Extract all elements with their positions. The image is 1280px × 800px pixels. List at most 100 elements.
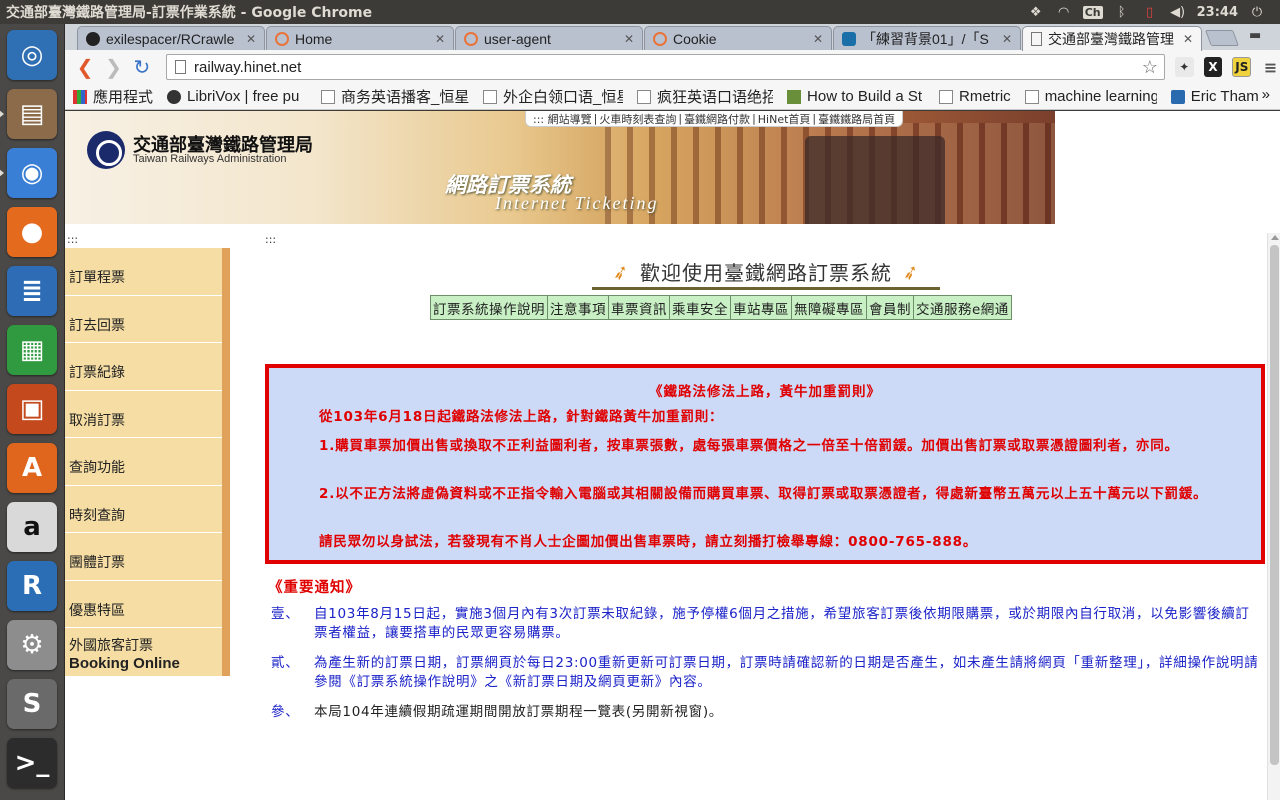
link-timetable[interactable]: 火車時刻表查詢	[599, 111, 676, 127]
back-button[interactable]: ❮	[73, 54, 97, 80]
accessibility-anchor[interactable]: :::	[67, 233, 78, 246]
nav-stations[interactable]: 車站專區	[731, 296, 792, 319]
page-icon	[483, 89, 498, 104]
close-icon[interactable]: ✕	[813, 32, 823, 46]
notice-number: 貳、	[271, 655, 300, 671]
nav-ticket-info[interactable]: 車票資訊	[609, 296, 670, 319]
volume-icon[interactable]: ◀)	[1169, 4, 1187, 20]
page-scrollbar[interactable]	[1267, 233, 1280, 800]
wifi-icon[interactable]: ◠	[1055, 4, 1073, 20]
r-icon[interactable]: R	[7, 561, 57, 611]
extension-x-icon[interactable]: X	[1203, 57, 1223, 77]
new-tab-button[interactable]	[1205, 30, 1239, 46]
menu-item-records[interactable]: 訂票紀錄	[65, 343, 222, 391]
menu-item-one-way[interactable]: 訂單程票	[65, 248, 222, 296]
nav-transport-service[interactable]: 交通服務e網通	[914, 296, 1011, 319]
menu-icon[interactable]: ≡	[1261, 57, 1280, 77]
extension-js-icon[interactable]: JS	[1232, 57, 1252, 77]
notice-text[interactable]: 為產生新的訂票日期，訂票網頁於每日23:00重新更新可訂票日期，訂票時請確認新的…	[314, 654, 1259, 692]
menu-item-timetable[interactable]: 時刻查詢	[65, 486, 222, 533]
scroll-up-icon[interactable]	[1271, 235, 1279, 240]
notice-item: 壹、 自103年8月15日起，實施3個月內有3次訂票未取紀錄，施予停權6個月之措…	[271, 605, 1261, 645]
nav-safety[interactable]: 乘車安全	[670, 296, 731, 319]
forward-button[interactable]: ❯	[101, 54, 125, 80]
bookmark-label: 商务英语播客_恒星	[341, 89, 470, 106]
battery-icon[interactable]: ▯	[1141, 4, 1159, 20]
tab[interactable]: Cookie ✕	[644, 26, 832, 50]
bookmark-apps[interactable]: 應用程式	[73, 86, 153, 107]
bookmark-item[interactable]: machine learning	[1024, 88, 1157, 105]
ubuntu-dash-icon[interactable]: ◎	[7, 30, 57, 80]
more-bookmarks-icon[interactable]: »	[1262, 86, 1270, 103]
tab-label: Home	[295, 30, 333, 47]
bookmark-item[interactable]: How to Build a St	[787, 88, 925, 105]
menu-item-round-trip[interactable]: 訂去回票	[65, 296, 222, 343]
link-hinet[interactable]: HiNet首頁	[758, 111, 811, 127]
libreoffice-calc-icon[interactable]: ▦	[7, 325, 57, 375]
chrome-icon[interactable]: ◉	[0, 148, 57, 198]
close-icon[interactable]: ✕	[246, 32, 256, 46]
page-icon	[1024, 89, 1039, 104]
bookmark-item[interactable]: Rmetric	[939, 88, 1011, 105]
menu-item-cancel[interactable]: 取消訂票	[65, 391, 222, 438]
tab[interactable]: 「練習背景01」/「S ✕	[833, 26, 1021, 50]
tab-menu-icon[interactable]: ▬	[1249, 28, 1261, 43]
foreign-booking-zh: 外國旅客訂票	[69, 637, 153, 654]
firefox-icon-glyph: ●	[20, 217, 44, 247]
address-bar[interactable]: railway.hinet.net ☆	[166, 54, 1165, 80]
bookmark-item[interactable]: 外企白领口语_恒星	[483, 86, 623, 107]
tab-active[interactable]: 交通部臺灣鐵路管理 ✕	[1022, 26, 1202, 51]
scrollbar-thumb[interactable]	[1270, 245, 1279, 765]
notice-item: 參、 本局104年連續假期疏運期間開放訂票期程一覽表(另開新視窗)。	[271, 703, 1261, 725]
close-icon[interactable]: ✕	[1002, 32, 1012, 46]
link-site-map[interactable]: ::: 網站導覽	[533, 111, 592, 127]
terminal-icon[interactable]: >_	[7, 738, 57, 788]
system-settings-icon[interactable]: ⚙	[7, 620, 57, 670]
tab[interactable]: user-agent ✕	[455, 26, 643, 50]
power-icon[interactable]: ⏻	[1248, 4, 1266, 20]
tab[interactable]: exilespacer/RCrawle ✕	[77, 26, 265, 50]
launcher: ◎ ▤ ◉ ● ≣ ▦ ▣ Aa R ⚙ S >_	[0, 24, 65, 800]
nav-membership[interactable]: 會員制	[867, 296, 914, 319]
bookmark-item[interactable]: 疯狂英语口语绝招	[637, 86, 773, 107]
input-method-indicator[interactable]: Ch	[1082, 5, 1103, 19]
dropbox-icon[interactable]: ❖	[1027, 4, 1045, 20]
firefox-icon[interactable]: ●	[7, 207, 57, 257]
reload-button[interactable]: ↻	[130, 54, 154, 80]
bookmark-item[interactable]: 商务英语播客_恒星	[321, 86, 469, 107]
libreoffice-writer-icon[interactable]: ≣	[7, 266, 57, 316]
nav-notes[interactable]: 注意事項	[548, 296, 609, 319]
close-icon[interactable]: ✕	[435, 32, 445, 46]
url-text: railway.hinet.net	[194, 58, 302, 76]
link-tra-home[interactable]: 臺鐵鐵路局首頁	[818, 111, 895, 127]
accessibility-anchor[interactable]: :::	[265, 233, 276, 246]
close-icon[interactable]: ✕	[624, 32, 634, 46]
close-icon[interactable]: ✕	[1183, 32, 1193, 46]
files-icon[interactable]: ▤	[0, 89, 57, 139]
tab-label: exilespacer/RCrawle	[106, 30, 235, 47]
bookmark-star-icon[interactable]: ☆	[1142, 57, 1158, 78]
menu-item-discount[interactable]: 優惠特區	[65, 581, 222, 628]
nav-manual[interactable]: 訂票系統操作說明	[431, 296, 548, 319]
tab[interactable]: Home ✕	[266, 26, 454, 50]
bluetooth-icon[interactable]: ᛒ	[1113, 4, 1131, 20]
software-center-icon[interactable]: A	[7, 443, 57, 493]
bookmark-label: LibriVox | free pu	[187, 88, 300, 105]
menu-item-foreign-booking[interactable]: 外國旅客訂票 Booking Online	[65, 628, 222, 678]
extension-icon[interactable]: ✦	[1174, 57, 1194, 77]
bookmark-item[interactable]: Eric Tham	[1170, 88, 1259, 105]
system-settings-icon-glyph: ⚙	[20, 630, 44, 660]
sublime-text-icon[interactable]: S	[7, 679, 57, 729]
menu-item-query[interactable]: 查詢功能	[65, 438, 222, 486]
sublime-text-icon-glyph: S	[22, 689, 42, 719]
link-payment[interactable]: 臺鐵網路付款	[684, 111, 750, 127]
nav-accessibility[interactable]: 無障礙專區	[792, 296, 867, 319]
notice-link-holiday-schedule[interactable]: 本局104年連續假期疏運期間開放訂票期程一覽表(另開新視窗)。	[314, 703, 1259, 722]
libreoffice-impress-icon[interactable]: ▣	[7, 384, 57, 434]
clock[interactable]: 23:44	[1197, 5, 1238, 20]
amazon-icon[interactable]: a	[7, 502, 57, 552]
banner-locomotive-art	[805, 136, 945, 224]
bookmark-item[interactable]: LibriVox | free pu	[167, 88, 307, 105]
menu-item-group[interactable]: 團體訂票	[65, 533, 222, 581]
github-icon	[86, 31, 100, 46]
